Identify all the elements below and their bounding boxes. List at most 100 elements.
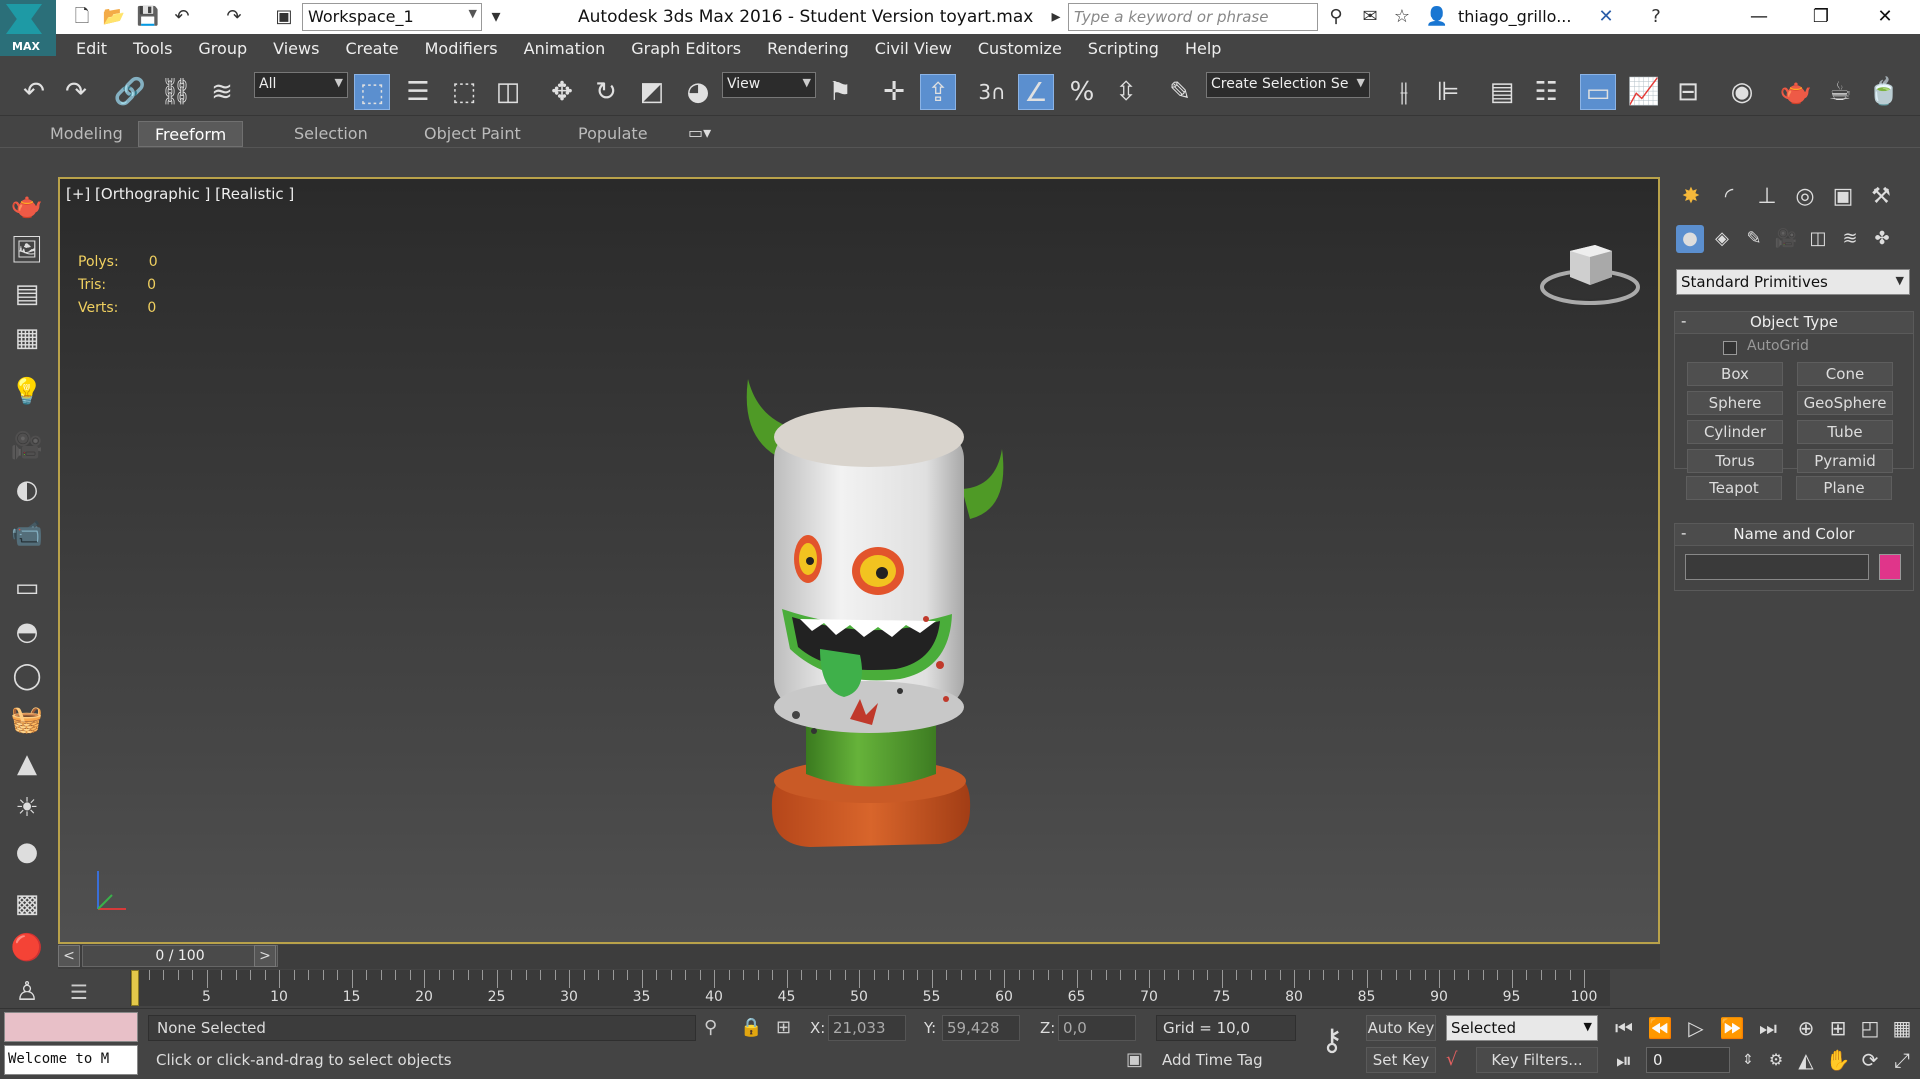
schematic-view-icon[interactable]: ⊟ bbox=[1670, 74, 1706, 110]
teapot-icon[interactable]: 🫖 bbox=[9, 188, 45, 224]
tab-object-paint[interactable]: Object Paint bbox=[408, 121, 537, 147]
open-file-icon[interactable]: 📂 bbox=[102, 5, 126, 29]
next-frame-arrow[interactable]: > bbox=[254, 945, 276, 967]
frame-spinner-icon[interactable]: ⇕ bbox=[1734, 1047, 1762, 1073]
unlink-selection-icon[interactable]: ⛓ bbox=[158, 74, 194, 110]
cylinder-button[interactable]: Cylinder bbox=[1687, 420, 1783, 444]
tab-freeform[interactable]: Freeform bbox=[138, 121, 244, 147]
video-camera-icon[interactable]: 📹 bbox=[9, 516, 45, 552]
ribbon-options-icon[interactable]: ▭▾ bbox=[688, 123, 711, 142]
time-tag-icon[interactable]: ▣ bbox=[1126, 1049, 1143, 1070]
display-tab-icon[interactable]: ▣ bbox=[1826, 181, 1860, 213]
field-of-view-icon[interactable]: ◭ bbox=[1792, 1047, 1820, 1073]
absolute-relative-toggle-icon[interactable]: ⊞ bbox=[776, 1017, 791, 1038]
go-to-end-icon[interactable]: ⏭ bbox=[1754, 1015, 1782, 1041]
plane-primitive-icon[interactable]: ▭ bbox=[9, 570, 45, 606]
rectangular-selection-icon[interactable]: ⬚ bbox=[446, 74, 482, 110]
teapot-button[interactable]: Teapot bbox=[1686, 476, 1782, 500]
key-mode-toggle-icon[interactable]: ⏯ bbox=[1610, 1047, 1638, 1073]
scene-explorer-icon[interactable]: ▤ bbox=[1484, 74, 1520, 110]
set-key-button[interactable]: Set Key bbox=[1366, 1047, 1436, 1073]
selection-filter-dropdown[interactable]: All ▼ bbox=[254, 72, 348, 98]
viewcube[interactable] bbox=[1540, 229, 1640, 309]
minimize-button[interactable]: — bbox=[1734, 2, 1784, 32]
lights-icon[interactable]: ✎ bbox=[1740, 225, 1768, 253]
box-button[interactable]: Box bbox=[1687, 362, 1783, 386]
next-key-icon[interactable]: ⏩ bbox=[1718, 1015, 1746, 1041]
snaps-toggle-icon[interactable]: 3∩ bbox=[974, 74, 1010, 110]
keyboard-shortcut-override-icon[interactable]: ⇪ bbox=[920, 74, 956, 110]
auto-key-button[interactable]: Auto Key bbox=[1366, 1015, 1436, 1041]
z-coordinate-field[interactable]: 0,0 bbox=[1058, 1015, 1136, 1041]
tab-selection[interactable]: Selection bbox=[278, 121, 384, 147]
align-icon[interactable]: ⊫ bbox=[1430, 74, 1466, 110]
basket-icon[interactable]: 🧺 bbox=[9, 702, 45, 738]
select-by-name-icon[interactable]: ☰ bbox=[400, 74, 436, 110]
category-dropdown[interactable]: Standard Primitives ▼ bbox=[1676, 269, 1910, 295]
autogrid-checkbox[interactable] bbox=[1723, 341, 1737, 355]
zoom-extents-all-icon[interactable]: ▦ bbox=[1888, 1015, 1916, 1041]
save-file-icon[interactable]: 💾 bbox=[136, 5, 160, 29]
communication-center-icon[interactable]: ✉ bbox=[1358, 5, 1382, 29]
utilities-tab-icon[interactable]: ⚒ bbox=[1864, 181, 1898, 213]
systems-icon[interactable]: ✤ bbox=[1868, 225, 1896, 253]
scene-list-icon[interactable]: ▤ bbox=[9, 276, 45, 312]
bind-to-space-warp-icon[interactable]: ≋ bbox=[204, 74, 240, 110]
menu-tools[interactable]: Tools bbox=[120, 34, 185, 64]
ball-icon[interactable]: ● bbox=[9, 834, 45, 870]
lock-selection-icon[interactable]: 🔒 bbox=[740, 1017, 762, 1038]
zoom-extents-icon[interactable]: ◰ bbox=[1856, 1015, 1884, 1041]
previous-key-icon[interactable]: ⏪ bbox=[1646, 1015, 1674, 1041]
cone-primitive-icon[interactable]: ▲ bbox=[9, 746, 45, 782]
pan-view-icon[interactable]: ✋ bbox=[1824, 1047, 1852, 1073]
current-frame-marker[interactable] bbox=[131, 970, 139, 1006]
restore-button[interactable]: ❐ bbox=[1796, 2, 1846, 32]
user-name[interactable]: thiago_grillo... bbox=[1458, 7, 1571, 26]
binoculars-icon[interactable]: ⚲ bbox=[1324, 5, 1348, 29]
help-icon[interactable]: ? bbox=[1644, 5, 1668, 29]
select-and-place-icon[interactable]: ◕ bbox=[680, 74, 716, 110]
reference-coordinate-dropdown[interactable]: View ▼ bbox=[722, 72, 816, 98]
maxscript-listener-output[interactable]: Welcome to M bbox=[4, 1045, 138, 1075]
key-filters-button[interactable]: Key Filters... bbox=[1476, 1047, 1598, 1073]
select-object-icon[interactable]: ⬚ bbox=[354, 74, 390, 110]
add-time-tag[interactable]: Add Time Tag bbox=[1156, 1048, 1296, 1074]
orbit-icon[interactable]: ⟳ bbox=[1856, 1047, 1884, 1073]
name-and-color-header[interactable]: - Name and Color bbox=[1675, 524, 1913, 546]
key-curve-icon[interactable]: √ bbox=[1446, 1049, 1457, 1070]
menu-rendering[interactable]: Rendering bbox=[754, 34, 862, 64]
previous-frame-arrow[interactable]: < bbox=[58, 945, 80, 967]
angle-snap-icon[interactable]: ∠ bbox=[1018, 74, 1054, 110]
tab-populate[interactable]: Populate bbox=[562, 121, 664, 147]
modify-tab-icon[interactable]: ◜ bbox=[1712, 181, 1746, 213]
shapes-icon[interactable]: ◈ bbox=[1708, 225, 1736, 253]
create-tab-icon[interactable]: ✸ bbox=[1674, 181, 1708, 213]
viewport[interactable]: [+] [Orthographic ] [Realistic ] Polys: 0… bbox=[58, 177, 1660, 944]
grid-plane-icon[interactable]: ▩ bbox=[9, 886, 45, 922]
rendered-frame-window-icon[interactable]: ☕ bbox=[1822, 74, 1858, 110]
menu-views[interactable]: Views bbox=[260, 34, 332, 64]
search-input[interactable]: Type a keyword or phrase bbox=[1068, 3, 1318, 31]
mirror-icon[interactable]: ⫲ bbox=[1386, 74, 1422, 110]
menu-help[interactable]: Help bbox=[1172, 34, 1234, 64]
undo-icon[interactable]: ↶ bbox=[16, 74, 52, 110]
render-setup-icon[interactable]: 🫖 bbox=[1778, 74, 1814, 110]
cone-button[interactable]: Cone bbox=[1797, 362, 1893, 386]
select-manipulate-icon[interactable]: ✛ bbox=[876, 74, 912, 110]
camera-icon[interactable]: 🎥 bbox=[9, 428, 45, 464]
go-to-start-icon[interactable]: ⏮ bbox=[1610, 1015, 1638, 1041]
pivot-center-icon[interactable]: ⚑ bbox=[822, 74, 858, 110]
search-expand-icon[interactable]: ▸ bbox=[1044, 5, 1068, 29]
edit-named-selection-icon[interactable]: ✎ bbox=[1162, 74, 1198, 110]
select-and-move-icon[interactable]: ✥ bbox=[544, 74, 580, 110]
open-mini-curve-editor-icon[interactable]: ☰ bbox=[70, 980, 100, 1004]
hierarchy-tab-icon[interactable]: ⊥ bbox=[1750, 181, 1784, 213]
zoom-icon[interactable]: ⊕ bbox=[1792, 1015, 1820, 1041]
layer-explorer-icon[interactable]: ☷ bbox=[1528, 74, 1564, 110]
named-selection-dropdown[interactable]: Create Selection Se ▼ bbox=[1206, 72, 1370, 98]
select-and-rotate-icon[interactable]: ↻ bbox=[588, 74, 624, 110]
x-coordinate-field[interactable]: 21,033 bbox=[828, 1015, 906, 1041]
menu-create[interactable]: Create bbox=[332, 34, 411, 64]
time-slider-thumb[interactable]: 0 / 100 bbox=[82, 945, 278, 967]
isolate-selection-icon[interactable]: ⚲ bbox=[704, 1017, 717, 1038]
